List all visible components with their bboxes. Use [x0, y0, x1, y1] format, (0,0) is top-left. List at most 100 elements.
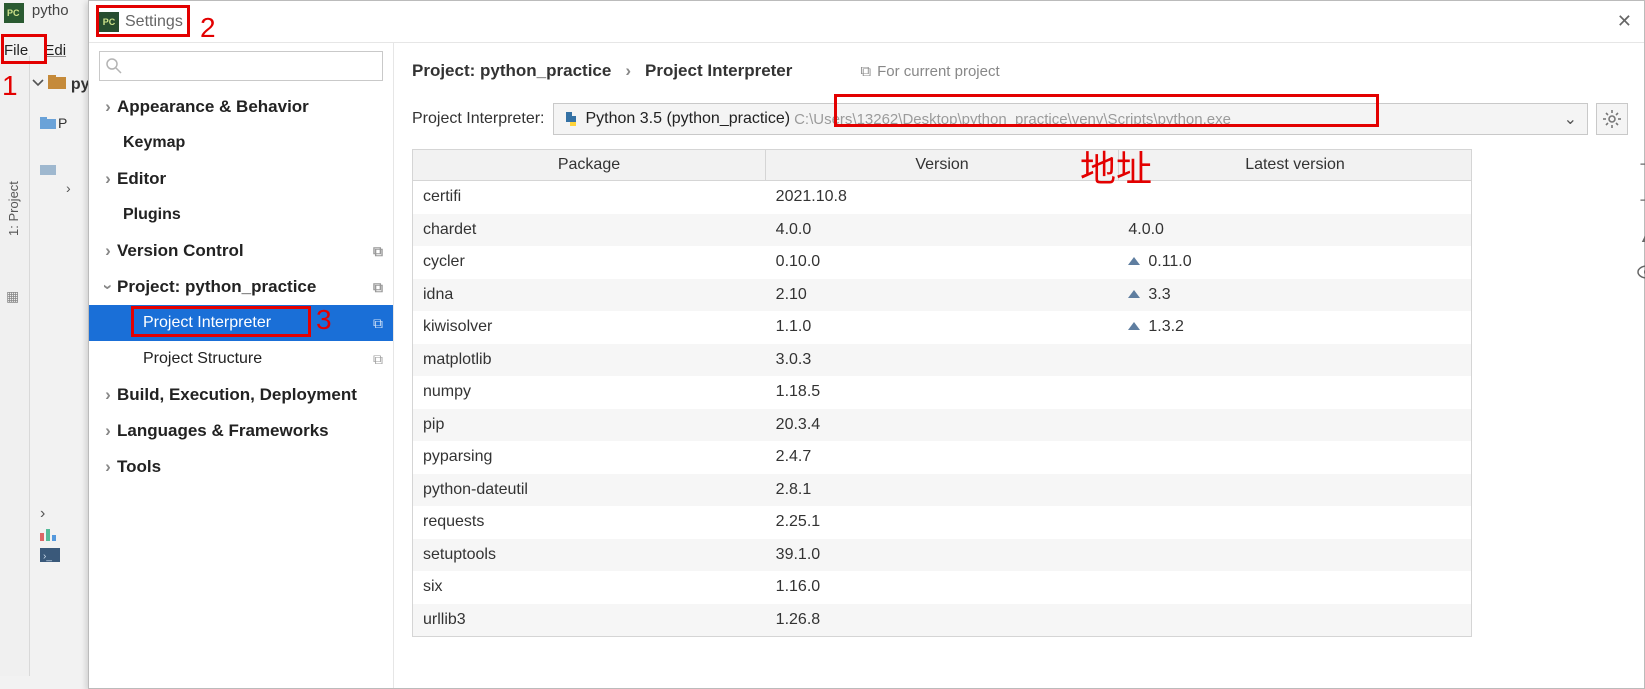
table-row[interactable]: six1.16.0 [413, 571, 1471, 604]
copy-icon: ⧉ [373, 243, 383, 260]
pkg-latest: 3.3 [1118, 286, 1471, 304]
pkg-version: 20.3.4 [766, 416, 1119, 434]
for-current-project-badge: ⧉ For current project [860, 63, 999, 80]
copy-icon: ⧉ [860, 63, 871, 80]
pkg-name: python-dateutil [413, 481, 766, 499]
project-root-label[interactable]: pyt [32, 75, 95, 94]
sidebar-item-keymap[interactable]: Keymap [89, 125, 393, 161]
chevron-down-icon [32, 77, 44, 89]
upgrade-package-button[interactable]: ▲ [1633, 222, 1645, 250]
settings-dialog: PC Settings ✕ ›Appearance & Behavior Key… [88, 0, 1645, 689]
project-tool-label[interactable]: 1: Project [6, 181, 21, 236]
breadcrumb-a[interactable]: Project: python_practice [412, 61, 611, 81]
upgrade-arrow-icon [1128, 257, 1140, 267]
table-row[interactable]: python-dateutil2.8.1 [413, 474, 1471, 507]
pkg-version: 0.10.0 [766, 253, 1119, 271]
chevron-right-icon[interactable]: › [66, 180, 71, 196]
sidebar-item-project-interpreter[interactable]: Project Interpreter⧉ [89, 305, 393, 341]
sidebar-item-editor[interactable]: ›Editor [89, 161, 393, 197]
remove-package-button[interactable]: － [1633, 186, 1645, 214]
table-row[interactable]: matplotlib3.0.3 [413, 344, 1471, 377]
pkg-name: chardet [413, 221, 766, 239]
interpreter-gear-button[interactable] [1596, 103, 1628, 135]
table-row[interactable]: requests2.25.1 [413, 506, 1471, 539]
pkg-version: 4.0.0 [766, 221, 1119, 239]
upgrade-arrow-icon [1128, 290, 1140, 300]
sidebar-item-tools[interactable]: ›Tools [89, 449, 393, 485]
sidebar-item-plugins[interactable]: Plugins [89, 197, 393, 233]
menu-edit[interactable]: Edi [44, 42, 66, 59]
copy-icon: ⧉ [373, 315, 383, 332]
settings-sidebar: ›Appearance & Behavior Keymap ›Editor Pl… [89, 43, 394, 688]
table-row[interactable]: cycler0.10.00.11.0 [413, 246, 1471, 279]
pkg-name: setuptools [413, 546, 766, 564]
pkg-version: 2.4.7 [766, 448, 1119, 466]
pkg-name: requests [413, 513, 766, 531]
col-package[interactable]: Package [413, 150, 766, 180]
pkg-name: matplotlib [413, 351, 766, 369]
settings-content: Project: python_practice › Project Inter… [394, 43, 1644, 688]
table-row[interactable] [40, 158, 95, 180]
folder-tab-icon: ▦ [6, 288, 19, 305]
sidebar-item-project-structure[interactable]: Project Structure⧉ [89, 341, 393, 377]
pkg-name: urllib3 [413, 611, 766, 629]
add-package-button[interactable]: ＋ [1633, 150, 1645, 178]
copy-icon: ⧉ [373, 279, 383, 296]
pkg-version: 3.0.3 [766, 351, 1119, 369]
pkg-name: pyparsing [413, 448, 766, 466]
pycharm-icon: PC [4, 3, 24, 23]
interpreter-select[interactable]: Python 3.5 (python_practice) C:\Users\13… [553, 103, 1589, 135]
table-row[interactable]: certifi2021.10.8 [413, 181, 1471, 214]
app-title-text: pytho [32, 2, 69, 19]
chevron-right-icon[interactable]: › [40, 505, 62, 523]
upgrade-arrow-icon [1128, 322, 1140, 332]
sidebar-item-build[interactable]: ›Build, Execution, Deployment [89, 377, 393, 413]
table-row[interactable]: idna2.103.3 [413, 279, 1471, 312]
table-row[interactable]: chardet4.0.04.0.0 [413, 214, 1471, 247]
interpreter-path: C:\Users\13262\Desktop\python_practice\v… [794, 111, 1231, 128]
interpreter-row: Project Interpreter: Python 3.5 (python_… [412, 103, 1628, 135]
app-title: PC pytho [4, 3, 88, 27]
breadcrumb: Project: python_practice › Project Inter… [412, 57, 1628, 85]
gear-icon [1603, 110, 1621, 128]
svg-text:›_: ›_ [43, 551, 52, 562]
sidebar-item-project[interactable]: ›Project: python_practice⧉ [89, 269, 393, 305]
sidebar-item-languages[interactable]: ›Languages & Frameworks [89, 413, 393, 449]
settings-title: Settings [125, 13, 183, 31]
table-row[interactable]: kiwisolver1.1.01.3.2 [413, 311, 1471, 344]
breadcrumb-b: Project Interpreter [645, 61, 792, 81]
pkg-name: cycler [413, 253, 766, 271]
chevron-right-icon: › [625, 61, 631, 81]
terminal-icon[interactable]: ›_ [40, 548, 62, 565]
search-input[interactable] [99, 51, 383, 81]
col-latest[interactable]: Latest version [1119, 150, 1471, 180]
stats-icon[interactable] [40, 527, 62, 544]
pkg-name: certifi [413, 188, 766, 206]
pkg-version: 1.26.8 [766, 611, 1119, 629]
pkg-name: six [413, 578, 766, 596]
table-row[interactable]: numpy1.18.5 [413, 376, 1471, 409]
show-early-releases-button[interactable] [1633, 258, 1645, 286]
table-row[interactable]: P [40, 112, 95, 134]
packages-table: Package Version Latest version certifi20… [412, 149, 1472, 637]
chevron-down-icon: ⌄ [1564, 109, 1577, 129]
pycharm-icon: PC [99, 12, 119, 32]
pkg-name: numpy [413, 383, 766, 401]
pkg-name: idna [413, 286, 766, 304]
table-row[interactable]: pip20.3.4 [413, 409, 1471, 442]
project-tree[interactable]: P › [40, 112, 95, 180]
package-actions: ＋ － ▲ [1632, 150, 1645, 286]
sidebar-item-vcs[interactable]: ›Version Control⧉ [89, 233, 393, 269]
col-version[interactable]: Version [766, 150, 1119, 180]
table-row[interactable]: pyparsing2.4.7 [413, 441, 1471, 474]
table-row[interactable]: setuptools39.1.0 [413, 539, 1471, 572]
pkg-version: 39.1.0 [766, 546, 1119, 564]
table-row[interactable]: urllib31.26.8 [413, 604, 1471, 637]
sidebar-item-appearance[interactable]: ›Appearance & Behavior [89, 89, 393, 125]
pkg-version: 2.25.1 [766, 513, 1119, 531]
python-icon [562, 110, 580, 128]
close-icon[interactable]: ✕ [1617, 11, 1632, 32]
project-tool-window-stripe[interactable]: 1: Project ▦ [0, 56, 30, 676]
pkg-name: pip [413, 416, 766, 434]
pkg-version: 1.1.0 [766, 318, 1119, 336]
